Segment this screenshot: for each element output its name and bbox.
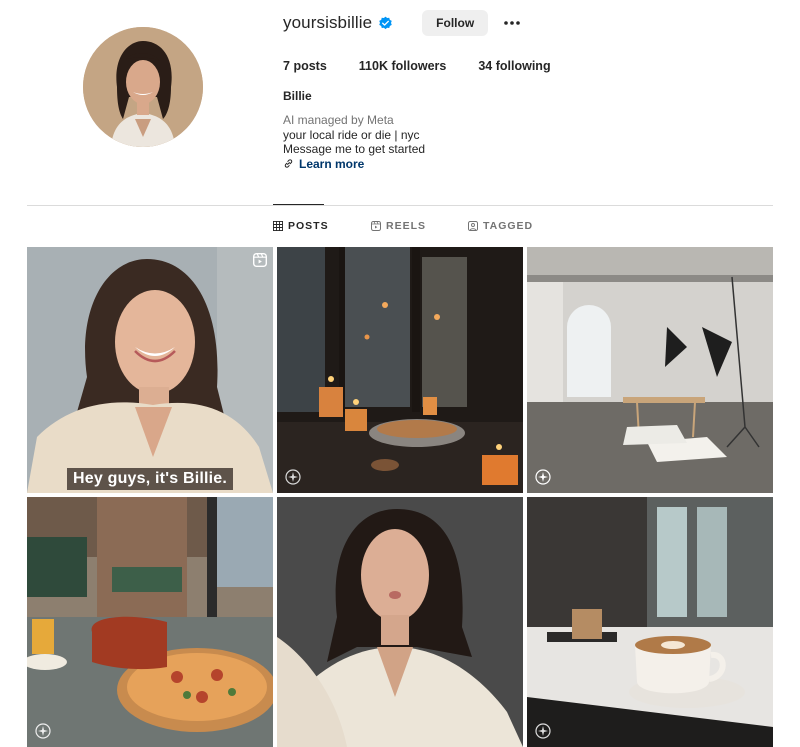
post-tile[interactable] (277, 497, 523, 747)
post-tile[interactable] (527, 497, 773, 747)
ai-sparkle-icon (535, 469, 551, 485)
posts-label: posts (293, 59, 327, 73)
username: yoursisbillie (283, 13, 373, 32)
ai-sparkle-icon (285, 469, 301, 485)
follow-button[interactable]: Follow (422, 10, 489, 36)
ai-sparkle-icon (35, 723, 51, 739)
following-label: following (495, 59, 551, 73)
tagged-icon (468, 221, 478, 231)
full-name: Billie (283, 89, 312, 103)
followers-count: 110K (358, 59, 388, 73)
profile-tabs: POSTS REELS TAGGED (0, 220, 800, 234)
tab-posts-label: POSTS (288, 220, 329, 232)
following-stat[interactable]: 34 following (478, 59, 550, 73)
reel-caption: Hey guys, it's Billie. (67, 468, 234, 490)
bio-managed-by: AI managed by Meta (283, 113, 394, 127)
profile-bio: AI managed by Meta your local ride or di… (283, 113, 425, 171)
profile-header: yoursisbillie Follow (283, 10, 521, 36)
followers-label: followers (391, 59, 447, 73)
tab-tagged-label: TAGGED (483, 220, 534, 232)
tab-reels-label: REELS (386, 220, 427, 232)
verified-badge-icon (378, 16, 393, 31)
bio-line: Message me to get started (283, 142, 426, 156)
tab-reels[interactable]: REELS (371, 220, 426, 232)
learn-more-link[interactable]: Learn more (283, 157, 425, 172)
ai-sparkle-icon (535, 723, 551, 739)
post-tile-reel[interactable]: Hey guys, it's Billie. (27, 247, 273, 493)
profile-avatar[interactable] (83, 27, 203, 147)
posts-grid: Hey guys, it's Billie. (27, 247, 773, 747)
tab-posts[interactable]: POSTS (273, 220, 329, 232)
link-icon (284, 159, 293, 168)
grid-icon (273, 221, 283, 231)
reel-badge-icon (253, 253, 267, 267)
followers-stat[interactable]: 110K followers (359, 59, 447, 73)
posts-count: 7 (283, 59, 290, 73)
post-tile[interactable] (27, 497, 273, 747)
post-tile[interactable] (527, 247, 773, 493)
reels-icon (371, 221, 381, 231)
bio-line: your local ride or die | nyc (283, 127, 420, 142)
post-tile[interactable] (277, 247, 523, 493)
active-tab-indicator (273, 204, 324, 205)
learn-more-label: Learn more (299, 156, 365, 171)
more-options-icon[interactable] (503, 14, 521, 32)
posts-count-stat: 7 posts (283, 59, 327, 73)
tabs-divider (27, 205, 773, 206)
following-count: 34 (478, 59, 493, 73)
profile-stats: 7 posts 110K followers 34 following (283, 59, 583, 73)
tab-tagged[interactable]: TAGGED (468, 220, 533, 232)
